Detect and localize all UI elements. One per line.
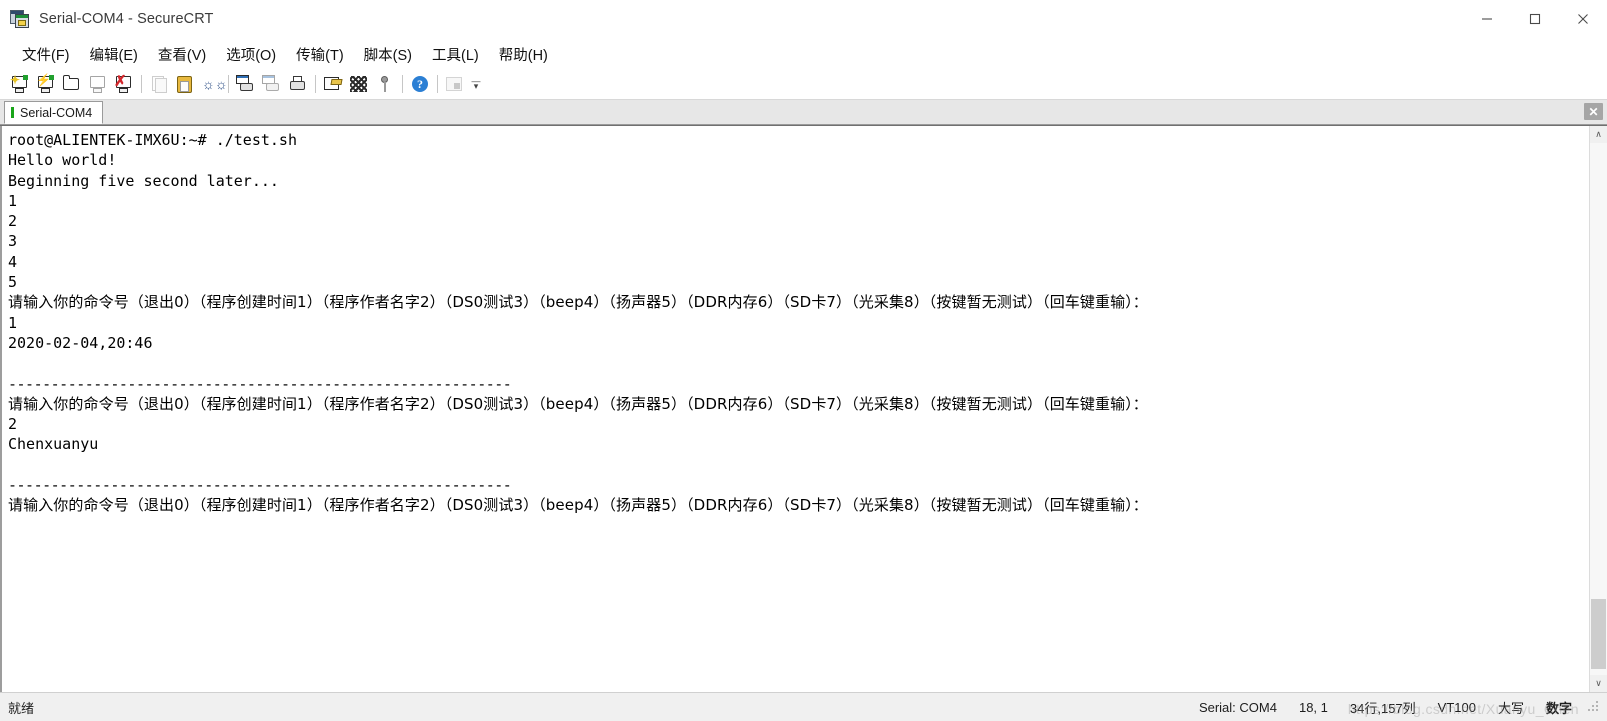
- menu-bar: 文件(F) 编辑(E) 查看(V) 选项(O) 传输(T) 脚本(S) 工具(L…: [0, 39, 1607, 69]
- terminal-line: 请输入你的命令号（退出0）（程序创建时间1）（程序作者名字2）（DS0测试3）（…: [8, 496, 1148, 515]
- terminal-line: 4: [8, 252, 18, 271]
- terminal-line: 2020-02-04,20:46: [8, 333, 153, 352]
- terminal-area: root@ALIENTEK-IMX6U:~# ./test.sh Hello wo…: [0, 125, 1607, 692]
- print-screen-icon[interactable]: [233, 71, 259, 97]
- tab-strip: Serial-COM4 ✕: [0, 100, 1607, 125]
- menu-view[interactable]: 查看(V): [148, 40, 216, 69]
- connect-in-tab-icon[interactable]: [59, 71, 85, 97]
- status-num-lock: 数字: [1545, 700, 1572, 716]
- scrollbar-track[interactable]: [1590, 143, 1607, 675]
- menu-edit[interactable]: 编辑(E): [80, 40, 148, 69]
- toolbar-separator: [402, 75, 403, 93]
- toolbar-separator: [315, 75, 316, 93]
- help-icon[interactable]: ?: [407, 71, 433, 97]
- tool-bar: ✦ ⚡ ✗ ☼☼ ? — ▾: [0, 69, 1607, 100]
- log-session-icon[interactable]: [259, 71, 285, 97]
- securecrt-window: Serial-COM4 - SecureCRT 文件(F) 编辑(E) 查看(V…: [0, 0, 1607, 721]
- terminal-line: 请输入你的命令号（退出0）（程序创建时间1）（程序作者名字2）（DS0测试3）（…: [8, 293, 1148, 312]
- tab-serial-com4[interactable]: Serial-COM4: [4, 101, 104, 124]
- tab-label: Serial-COM4: [20, 105, 93, 120]
- menu-script[interactable]: 脚本(S): [354, 40, 422, 69]
- terminal-line: root@ALIENTEK-IMX6U:~# ./test.sh: [8, 131, 297, 149]
- status-ready: 就绪: [8, 700, 35, 716]
- menu-file[interactable]: 文件(F): [12, 40, 80, 69]
- menu-help[interactable]: 帮助(H): [489, 40, 558, 69]
- reconnect-icon[interactable]: [85, 71, 111, 97]
- terminal-line: ----------------------------------------…: [8, 476, 512, 495]
- scrollbar-thumb[interactable]: [1591, 599, 1606, 669]
- toolbar-overflow-button[interactable]: — ▾: [470, 71, 482, 97]
- terminal-line: 3: [8, 232, 18, 251]
- terminal-line: 5: [8, 273, 18, 292]
- maximize-button[interactable]: [1511, 0, 1559, 38]
- status-connection: Serial: COM4: [1198, 699, 1277, 715]
- terminal-line: Chenxuanyu: [8, 435, 99, 454]
- lock-screen-icon[interactable]: [442, 71, 468, 97]
- terminal-line: 2: [8, 415, 18, 434]
- menu-transfer[interactable]: 传输(T): [286, 40, 354, 69]
- session-options-icon[interactable]: [320, 71, 346, 97]
- terminal-line: 1: [8, 313, 18, 332]
- resize-grip[interactable]: [1587, 700, 1601, 714]
- status-bar: 就绪 Serial: COM4 18, 1 34行,157列 VT100 大写 …: [0, 692, 1607, 721]
- status-emulation: VT100: [1437, 699, 1476, 715]
- key-icon[interactable]: [372, 71, 398, 97]
- terminal-line: 1: [8, 191, 18, 210]
- scroll-up-arrow-icon[interactable]: ∧: [1590, 126, 1607, 143]
- scramble-icon[interactable]: [346, 71, 372, 97]
- secure-crt-icon: [10, 9, 30, 29]
- copy-icon[interactable]: [146, 71, 172, 97]
- status-cursor-position: 18, 1: [1298, 699, 1328, 715]
- window-title: Serial-COM4 - SecureCRT: [39, 11, 214, 27]
- terminal-line: Beginning five second later...: [8, 171, 279, 190]
- find-icon[interactable]: ☼☼: [198, 71, 228, 97]
- title-bar: Serial-COM4 - SecureCRT: [0, 0, 1607, 39]
- toolbar-separator: [141, 75, 142, 93]
- minimize-button[interactable]: [1463, 0, 1511, 38]
- terminal-line: 请输入你的命令号（退出0）（程序创建时间1）（程序作者名字2）（DS0测试3）（…: [8, 394, 1148, 413]
- toolbar-separator: [437, 75, 438, 93]
- menu-options[interactable]: 选项(O): [216, 40, 286, 69]
- close-button[interactable]: [1559, 0, 1607, 38]
- tab-status-indicator-icon: [11, 107, 14, 118]
- vertical-scrollbar[interactable]: ∧ ∨: [1589, 126, 1607, 692]
- status-screen-size: 34行,157列: [1349, 700, 1416, 716]
- menu-tools[interactable]: 工具(L): [422, 40, 489, 69]
- status-right-group: Serial: COM4 18, 1 34行,157列 VT100 大写 数字: [1188, 698, 1607, 717]
- window-controls: [1463, 0, 1607, 38]
- terminal-line: ----------------------------------------…: [8, 374, 512, 393]
- paste-icon[interactable]: [172, 71, 198, 97]
- tab-close-button[interactable]: ✕: [1584, 103, 1603, 120]
- scroll-down-arrow-icon[interactable]: ∨: [1590, 675, 1607, 692]
- disconnect-icon[interactable]: ✗: [111, 71, 137, 97]
- print-icon[interactable]: [285, 71, 311, 97]
- quick-connect-icon[interactable]: ⚡: [33, 71, 59, 97]
- new-session-icon[interactable]: ✦: [7, 71, 33, 97]
- status-caps-lock: 大写: [1497, 700, 1524, 716]
- terminal-line: Hello world!: [8, 151, 117, 170]
- toolbar-separator: [228, 75, 229, 93]
- terminal-output[interactable]: root@ALIENTEK-IMX6U:~# ./test.sh Hello wo…: [0, 126, 1589, 692]
- terminal-line: 2: [8, 212, 18, 231]
